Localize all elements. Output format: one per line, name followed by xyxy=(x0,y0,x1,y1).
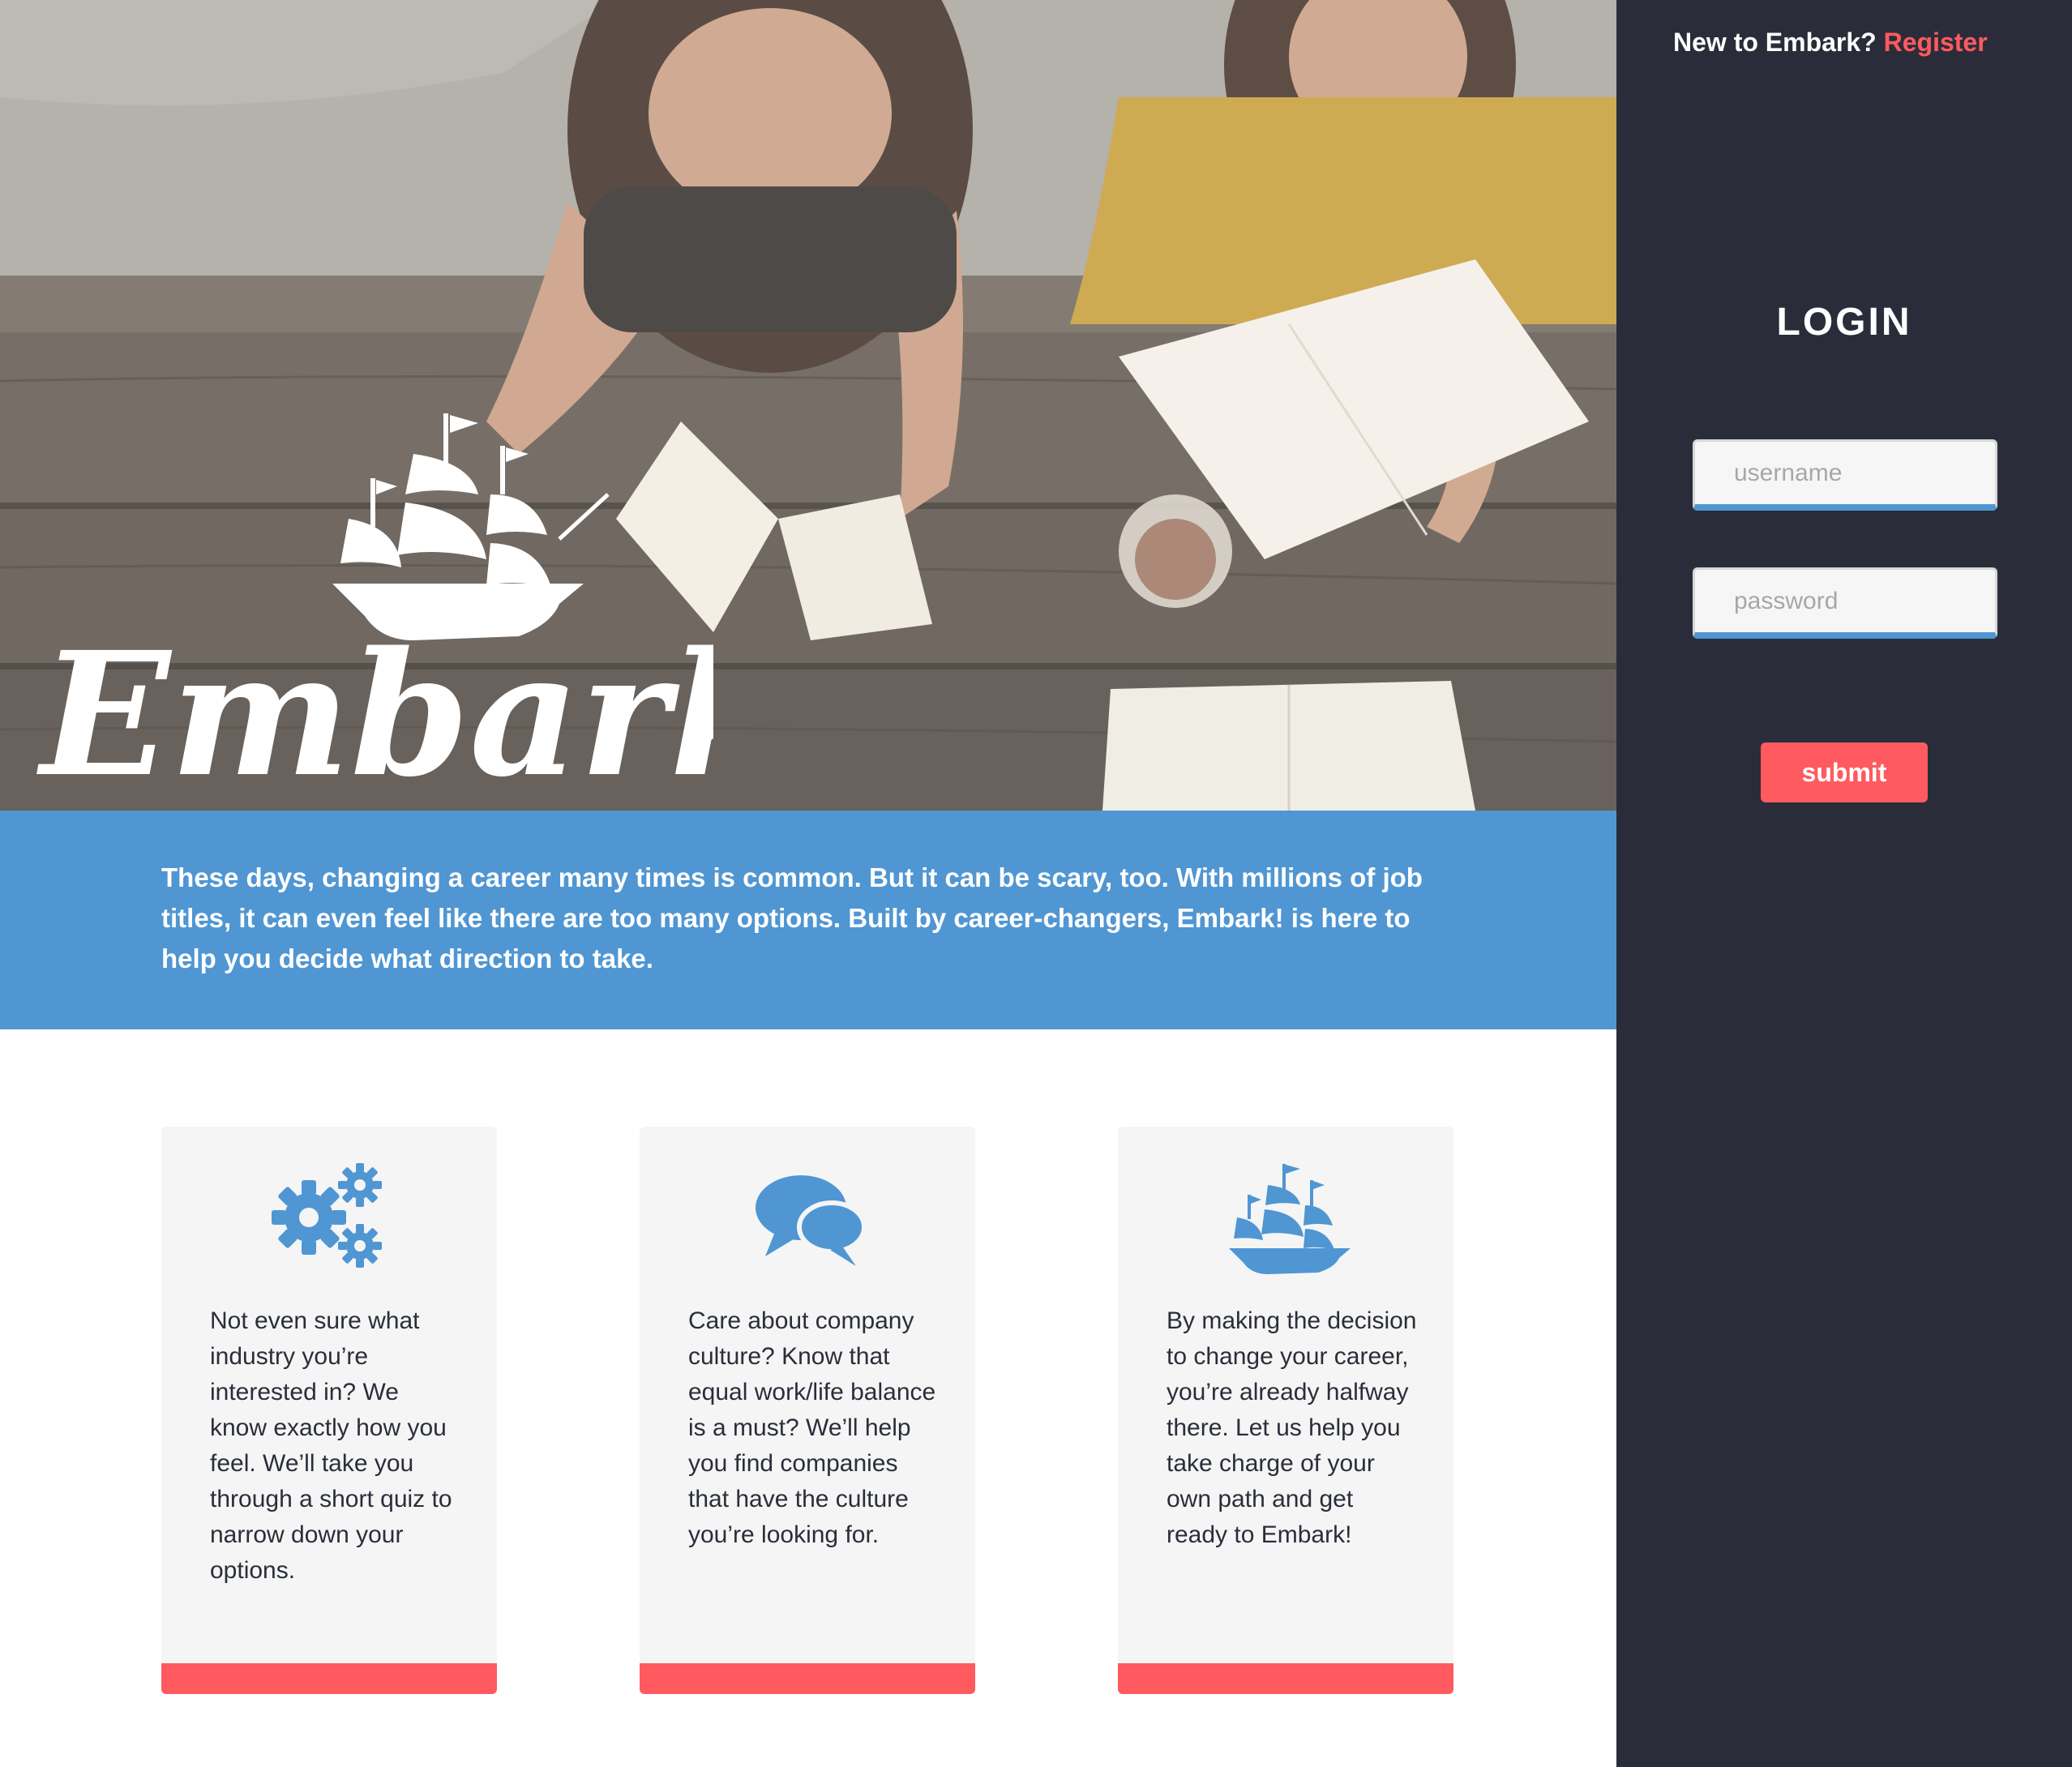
hero-image: Embark! xyxy=(0,0,1616,811)
feature-card-culture: Care about company culture? Know that eq… xyxy=(640,1127,975,1694)
main-content: Embark! These days, changing a career ma… xyxy=(0,0,1616,1767)
register-link[interactable]: Register xyxy=(1884,28,1988,57)
feature-card-path: By making the decision to change your ca… xyxy=(1118,1127,1453,1694)
login-sidebar: New to Embark? Register LOGIN submit xyxy=(1616,0,2072,1767)
login-title: LOGIN xyxy=(1776,301,1912,344)
embark-logo-wordmark: Embark! xyxy=(36,614,713,811)
register-prompt-text: New to Embark? xyxy=(1673,28,1884,57)
password-input[interactable] xyxy=(1693,567,1997,639)
feature-card-text: Not even sure what industry you’re inter… xyxy=(210,1307,452,1584)
chat-bubbles-icon xyxy=(756,1175,867,1266)
feature-card-quiz: Not even sure what industry you’re inter… xyxy=(161,1127,497,1694)
card-accent-bar xyxy=(161,1663,497,1694)
card-accent-bar xyxy=(1118,1663,1453,1694)
intro-text: These days, changing a career many times… xyxy=(161,862,1423,973)
gears-icon xyxy=(272,1163,382,1268)
feature-card-text: By making the decision to change your ca… xyxy=(1167,1307,1417,1548)
register-prompt: New to Embark? Register xyxy=(1673,28,2054,58)
intro-banner: These days, changing a career many times… xyxy=(0,811,1616,1029)
username-input[interactable] xyxy=(1693,439,1997,511)
embark-logo: Embark! xyxy=(36,413,713,811)
card-accent-bar xyxy=(640,1663,975,1694)
submit-button[interactable]: submit xyxy=(1761,742,1928,802)
ship-icon xyxy=(1229,1164,1351,1274)
feature-card-text: Care about company culture? Know that eq… xyxy=(688,1307,936,1548)
